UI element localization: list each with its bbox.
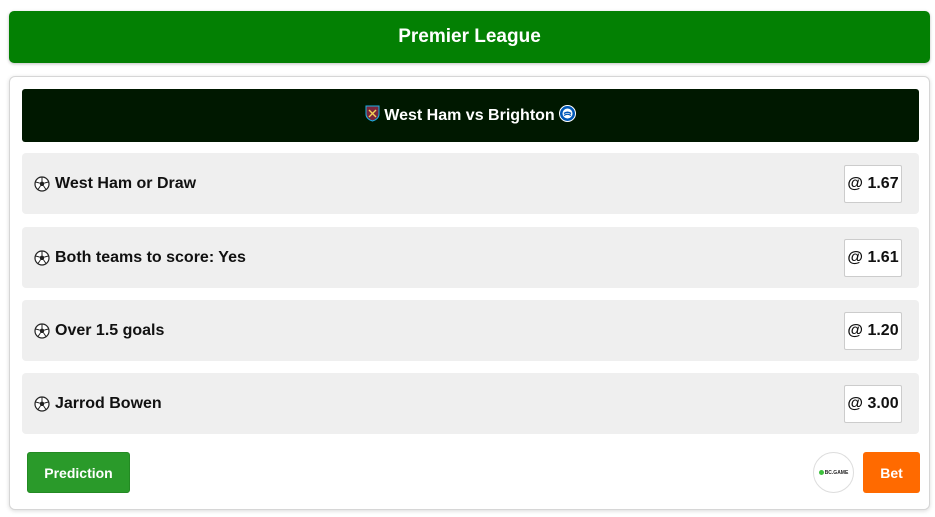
bet-row-2: Both teams to score: Yes @ 1.61 — [22, 227, 919, 288]
soccer-ball-icon — [34, 249, 50, 266]
tip-card: West Ham vs Brighton West Ham or Draw @ … — [9, 76, 930, 510]
bet-label: Jarrod Bowen — [55, 394, 162, 412]
match-title: West Ham vs Brighton — [384, 106, 555, 124]
bookmaker-logo[interactable]: BC.GAME — [813, 452, 854, 493]
bookmaker-logo-dot — [818, 470, 824, 475]
bet-button[interactable]: Bet — [863, 452, 920, 493]
bet-row-1: West Ham or Draw @ 1.67 — [22, 153, 919, 214]
bet-label: Both teams to score: Yes — [55, 248, 246, 266]
match-title-bar: West Ham vs Brighton — [22, 89, 919, 142]
bet-row-4: Jarrod Bowen @ 3.00 — [22, 373, 919, 434]
bookmaker-logo-text: BC.GAME — [824, 469, 849, 476]
league-header: Premier League — [9, 11, 930, 63]
soccer-ball-icon — [34, 175, 50, 192]
odds-value[interactable]: @ 1.67 — [844, 164, 902, 203]
odds-value[interactable]: @ 3.00 — [844, 384, 902, 423]
west-ham-crest-icon — [365, 105, 380, 122]
soccer-ball-icon — [34, 322, 50, 339]
bet-row-3: Over 1.5 goals @ 1.20 — [22, 300, 919, 361]
prediction-button[interactable]: Prediction — [27, 452, 130, 493]
league-title: Premier League — [398, 26, 541, 47]
bet-label: Over 1.5 goals — [55, 321, 165, 339]
odds-value[interactable]: @ 1.61 — [844, 238, 902, 277]
soccer-ball-icon — [34, 395, 50, 412]
bet-label: West Ham or Draw — [55, 174, 197, 192]
brighton-crest-icon — [558, 105, 576, 122]
odds-value[interactable]: @ 1.20 — [844, 311, 902, 350]
